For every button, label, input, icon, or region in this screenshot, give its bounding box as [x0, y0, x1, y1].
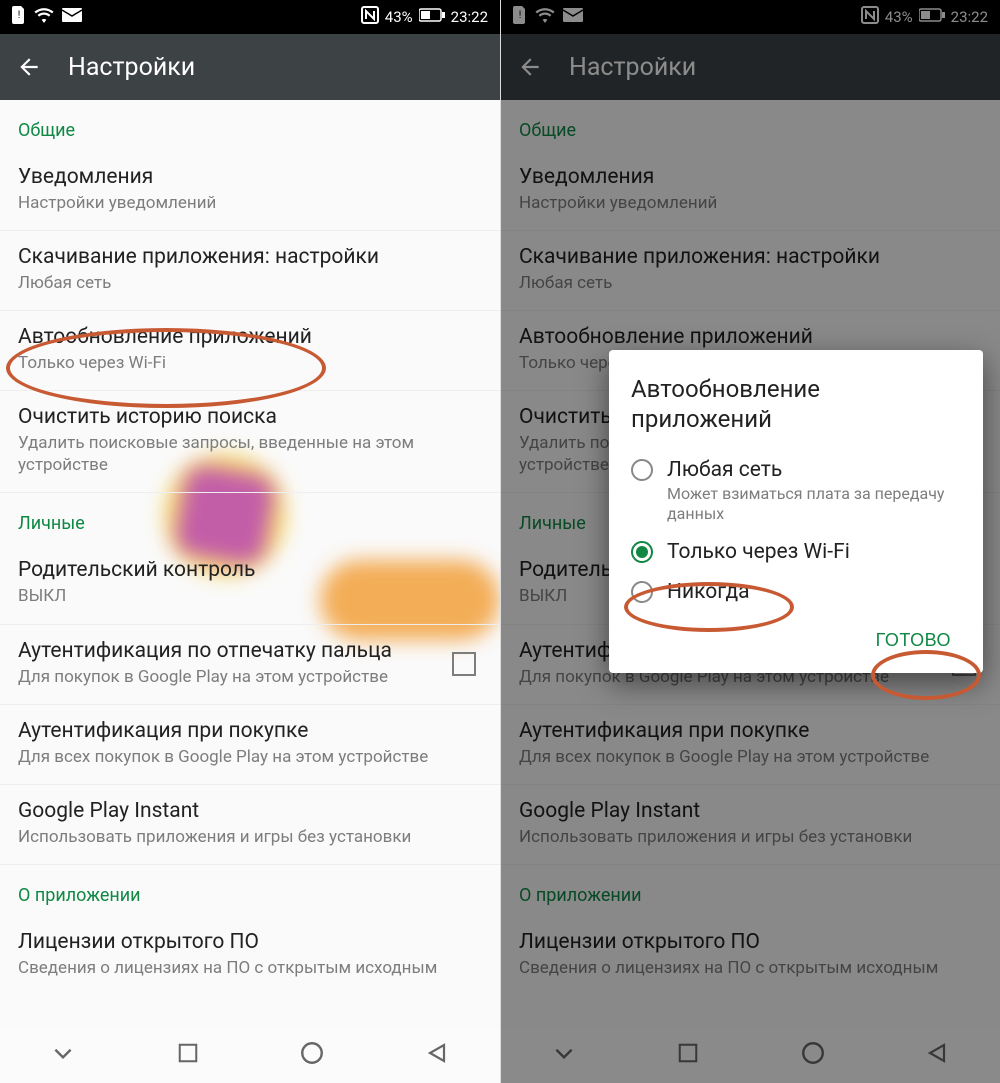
item-title: Очистить историю поиска	[18, 405, 482, 429]
item-subtitle: Любая сеть	[18, 272, 482, 294]
option-subtitle: Может взиматься плата за передачу данных	[667, 484, 961, 524]
item-download-prefs[interactable]: Скачивание приложения: настройки Любая с…	[0, 231, 500, 311]
item-subtitle: Удалить поисковые запросы, введенные на …	[18, 432, 482, 476]
item-subtitle: Только через Wi-Fi	[18, 352, 482, 374]
option-title: Любая сеть	[667, 458, 961, 482]
item-title: Скачивание приложения: настройки	[18, 245, 482, 269]
wifi-icon	[34, 7, 54, 27]
app-header: Настройки	[0, 34, 500, 100]
option-title: Никогда	[667, 580, 750, 604]
phone-right: ! 43% 23:22 Настройки Общие Уведомления …	[500, 0, 1000, 1083]
radio-icon	[631, 541, 653, 563]
item-subtitle: ВЫКЛ	[18, 585, 482, 607]
back-nav-button[interactable]	[426, 1041, 450, 1069]
autoupdate-dialog: Автообновление приложений Любая сеть Мож…	[609, 350, 983, 673]
item-subtitle: Сведения о лицензиях на ПО с открытым ис…	[18, 957, 482, 979]
mail-icon	[62, 8, 82, 26]
item-auto-update[interactable]: Автообновление приложений Только через W…	[0, 311, 500, 391]
item-title: Лицензии открытого ПО	[18, 930, 482, 954]
section-general: Общие	[0, 100, 500, 151]
header-title: Настройки	[68, 53, 195, 82]
status-bar: ! 43% 23:22	[0, 0, 500, 34]
dialog-title: Автообновление приложений	[631, 374, 961, 434]
item-title: Автообновление приложений	[18, 325, 482, 349]
item-licenses[interactable]: Лицензии открытого ПО Сведения о лицензи…	[0, 916, 500, 995]
option-title: Только через Wi-Fi	[667, 540, 850, 564]
item-title: Google Play Instant	[18, 799, 482, 823]
item-purchase-auth[interactable]: Аутентификация при покупке Для всех поку…	[0, 705, 500, 785]
item-title: Уведомления	[18, 165, 482, 189]
item-subtitle: Для всех покупок в Google Play на этом у…	[18, 746, 482, 768]
battery-percent: 43%	[385, 8, 413, 26]
recents-button[interactable]	[177, 1042, 199, 1068]
system-navbar	[0, 1027, 500, 1083]
section-about: О приложении	[0, 865, 500, 916]
nfc-icon	[361, 6, 379, 28]
done-button[interactable]: ГОТОВО	[866, 622, 961, 659]
back-arrow-icon	[16, 54, 42, 80]
item-clear-search[interactable]: Очистить историю поиска Удалить поисковы…	[0, 391, 500, 493]
battery-icon	[419, 8, 445, 26]
home-icon	[299, 1040, 325, 1066]
checkbox-fingerprint[interactable]	[452, 652, 476, 676]
radio-icon	[631, 581, 653, 603]
item-subtitle: Использовать приложения и игры без устан…	[18, 826, 482, 848]
option-any-network[interactable]: Любая сеть Может взиматься плата за пере…	[631, 450, 961, 532]
clock: 23:22	[451, 8, 488, 26]
item-parental[interactable]: Родительский контроль ВЫКЛ	[0, 544, 500, 624]
expand-icon	[50, 1040, 76, 1066]
home-button[interactable]	[299, 1040, 325, 1070]
item-title: Родительский контроль	[18, 558, 482, 582]
section-personal: Личные	[0, 493, 500, 544]
option-wifi-only[interactable]: Только через Wi-Fi	[631, 532, 961, 572]
svg-text:!: !	[18, 10, 21, 21]
item-subtitle: Для покупок в Google Play на этом устрой…	[18, 666, 482, 688]
item-notifications[interactable]: Уведомления Настройки уведомлений	[0, 151, 500, 231]
item-title: Аутентификация по отпечатку пальца	[18, 639, 482, 663]
item-fingerprint[interactable]: Аутентификация по отпечатку пальца Для п…	[0, 625, 500, 705]
item-subtitle: Настройки уведомлений	[18, 192, 482, 214]
back-button[interactable]	[16, 53, 44, 81]
item-title: Аутентификация при покупке	[18, 719, 482, 743]
item-instant[interactable]: Google Play Instant Использовать приложе…	[0, 785, 500, 865]
expand-button[interactable]	[50, 1040, 76, 1070]
sim-icon: !	[12, 6, 26, 28]
radio-icon	[631, 459, 653, 481]
phone-left: ! 43% 23:22 Настройки Общие Уведомления …	[0, 0, 500, 1083]
recents-icon	[177, 1042, 199, 1064]
back-nav-icon	[426, 1041, 450, 1065]
option-never[interactable]: Никогда	[631, 572, 961, 612]
